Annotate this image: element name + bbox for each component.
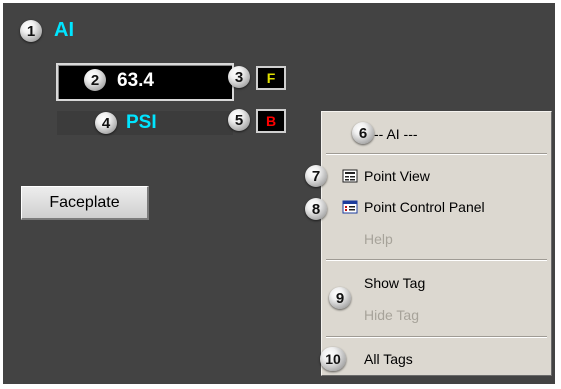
callout-9: 9 xyxy=(329,287,351,309)
display-canvas: 1 AI 2 63.4 3 F 4 PSI 5 B Faceplate 6 --… xyxy=(3,3,555,384)
callout-6: 6 xyxy=(352,122,374,144)
menu-item-point-control-panel[interactable]: Point Control Panel xyxy=(364,197,485,217)
menu-header-label: -- AI --- xyxy=(374,126,418,142)
callout-1: 1 xyxy=(20,20,42,42)
menu-separator xyxy=(326,259,547,261)
flag-f-indicator[interactable]: F xyxy=(256,66,286,90)
point-name-label[interactable]: AI xyxy=(54,19,74,42)
process-value: 63.4 xyxy=(117,70,154,91)
callout-8: 8 xyxy=(305,198,327,220)
menu-separator xyxy=(326,153,547,155)
point-view-icon xyxy=(342,169,358,183)
callout-10: 10 xyxy=(320,347,346,371)
menu-item-show-tag[interactable]: Show Tag xyxy=(364,273,425,293)
menu-separator xyxy=(326,336,547,338)
callout-2: 2 xyxy=(84,69,106,91)
callout-7: 7 xyxy=(305,165,327,187)
menu-item-hide-tag[interactable]: Hide Tag xyxy=(364,305,419,325)
faceplate-button[interactable]: Faceplate xyxy=(21,186,149,220)
menu-item-point-view[interactable]: Point View xyxy=(364,166,430,186)
menu-item-help[interactable]: Help xyxy=(364,229,393,249)
callout-5: 5 xyxy=(228,109,250,131)
callout-4: 4 xyxy=(95,112,117,134)
flag-b-indicator[interactable]: B xyxy=(256,109,286,133)
context-menu: 6 -- AI --- 7 Point View 8 Point Control… xyxy=(305,111,552,376)
control-panel-icon xyxy=(342,200,358,214)
callout-3: 3 xyxy=(228,66,250,88)
units-label: PSI xyxy=(126,112,157,133)
menu-item-all-tags[interactable]: All Tags xyxy=(364,349,413,369)
